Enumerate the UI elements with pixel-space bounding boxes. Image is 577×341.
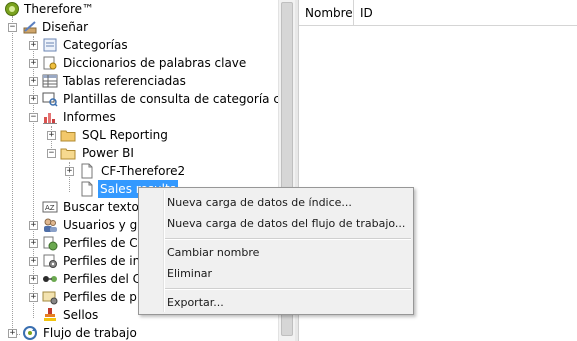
tree-item-label: Perfiles de ind: [63, 254, 148, 268]
tree-item-disenar[interactable]: − Diseñar: [0, 18, 278, 36]
tree-item-cf-therefore2[interactable]: + CF-Therefore2: [0, 162, 278, 180]
tree-item-label: Plantillas de consulta de categoría cruz…: [63, 92, 278, 106]
folder-open-icon: [60, 148, 76, 160]
tree-item-diccionarios[interactable]: + Diccionarios de palabras clave: [0, 54, 278, 72]
tree-item-power-bi[interactable]: − Power BI: [0, 144, 278, 162]
tree-item-informes[interactable]: − Informes: [0, 108, 278, 126]
tree-item-label: Power BI: [82, 146, 134, 160]
tree-item-label: Perfiles de pla: [63, 290, 148, 304]
expand-toggle[interactable]: +: [29, 257, 38, 266]
tree-item-therefore[interactable]: Therefore™: [0, 0, 278, 18]
collapse-toggle[interactable]: −: [47, 149, 56, 158]
tree-item-plantillas[interactable]: + Plantillas de consulta de categoría cr…: [0, 90, 278, 108]
query-template-icon: [42, 92, 58, 107]
tree-item-label: Informes: [63, 110, 116, 124]
document-icon: [81, 163, 93, 179]
expand-toggle[interactable]: +: [29, 293, 38, 302]
menu-item-eliminar[interactable]: Eliminar: [167, 267, 212, 280]
svg-text:AZ: AZ: [45, 204, 55, 212]
tree-item-flujo-trabajo[interactable]: + Flujo de trabajo: [0, 324, 278, 341]
tree-item-label: Categorías: [63, 38, 128, 52]
therefore-logo-icon: [5, 2, 19, 16]
expand-toggle[interactable]: +: [29, 221, 38, 230]
tree-item-label: Diccionarios de palabras clave: [63, 56, 247, 70]
expand-toggle[interactable]: +: [8, 329, 17, 338]
design-icon: [23, 21, 37, 34]
tree-item-label: CF-Therefore2: [101, 164, 186, 178]
menu-item-cambiar-nombre[interactable]: Cambiar nombre: [167, 246, 259, 259]
tree-item-label: SQL Reporting: [82, 128, 168, 142]
list-header: Nombre ID: [299, 0, 577, 26]
collapse-toggle[interactable]: −: [8, 23, 17, 32]
tree-item-label: Tablas referenciadas: [63, 74, 186, 88]
menu-item-nueva-carga-flujo[interactable]: Nueva carga de datos del flujo de trabaj…: [167, 217, 405, 230]
dictionary-icon: [43, 56, 57, 70]
menu-separator: [165, 238, 411, 240]
menu-separator: [165, 288, 411, 290]
tree-item-categorias[interactable]: + Categorías: [0, 36, 278, 54]
menu-gutter: [163, 190, 165, 312]
index-profile-icon: [43, 254, 57, 268]
context-menu: Nueva carga de datos de índice... Nueva …: [138, 187, 414, 315]
tree-item-label: Therefore™: [24, 2, 94, 16]
expand-toggle[interactable]: +: [29, 239, 38, 248]
menu-item-nueva-carga-indice[interactable]: Nueva carga de datos de índice...: [167, 196, 352, 209]
expand-toggle[interactable]: +: [29, 95, 38, 104]
tree-item-label: Sellos: [63, 308, 99, 322]
menu-item-exportar[interactable]: Exportar...: [167, 296, 224, 309]
tree-item-label: Buscar texto c: [63, 200, 150, 214]
connector-profile-icon: [43, 276, 57, 282]
categories-icon: [43, 38, 57, 52]
capture-profile-icon: [43, 236, 58, 251]
expand-toggle[interactable]: +: [29, 41, 38, 50]
column-header-nombre[interactable]: Nombre: [299, 6, 353, 20]
users-icon: [44, 218, 57, 232]
expand-toggle[interactable]: +: [29, 275, 38, 284]
workflow-icon: [23, 326, 37, 340]
collapse-toggle[interactable]: −: [29, 113, 38, 122]
tree-item-label: Flujo de trabajo: [43, 326, 137, 340]
tree-item-tablas[interactable]: + Tablas referenciadas: [0, 72, 278, 90]
tree-item-sql-reporting[interactable]: + SQL Reporting: [0, 126, 278, 144]
folder-icon: [60, 130, 76, 142]
expand-toggle[interactable]: +: [29, 59, 38, 68]
column-header-id[interactable]: ID: [354, 6, 373, 20]
text-search-icon: AZ: [42, 201, 58, 213]
tree-item-label: Diseñar: [42, 20, 89, 34]
reports-icon: [43, 113, 57, 124]
stamp-icon: [44, 308, 56, 321]
table-icon: [42, 74, 58, 88]
tree-item-label: Perfiles del Co: [63, 272, 149, 286]
tree-item-label: Usuarios y gru: [63, 218, 150, 232]
template-profile-icon: [42, 291, 58, 305]
expand-toggle[interactable]: +: [29, 77, 38, 86]
expand-toggle[interactable]: +: [65, 167, 74, 176]
document-icon: [81, 181, 93, 197]
expand-toggle[interactable]: +: [47, 131, 56, 140]
